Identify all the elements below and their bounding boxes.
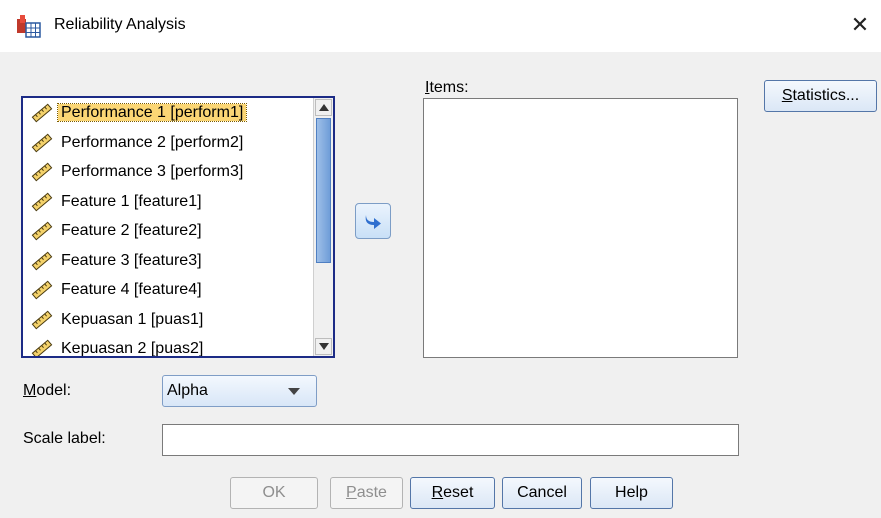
model-dropdown[interactable]: Alpha [162,375,317,407]
variable-label: Feature 2 [feature2] [61,222,202,239]
variable-list-item[interactable]: Kepuasan 1 [puas1] [23,305,333,335]
help-button[interactable]: Help [590,477,673,509]
variable-label: Kepuasan 2 [puas2] [61,340,204,357]
variable-list-item[interactable]: Kepuasan 2 [puas2] [23,334,333,357]
items-label: Items: [425,79,469,96]
variable-label: Performance 2 [perform2] [61,133,244,151]
ok-button[interactable]: OK [230,477,318,509]
statistics-button[interactable]: Statistics... [764,80,877,112]
variable-items: Performance 1 [perform1] Performance 2 [p… [23,98,333,357]
reliability-analysis-icon [17,15,41,38]
variable-label: Feature 4 [feature4] [61,281,202,298]
cancel-button[interactable]: Cancel [502,477,582,509]
scroll-down-arrow[interactable] [315,338,332,355]
scroll-thumb[interactable] [316,118,331,263]
scroll-up-arrow[interactable] [315,99,332,116]
variable-label: Feature 3 [feature3] [61,251,202,269]
paste-button[interactable]: Paste [330,477,403,509]
chevron-up-icon [319,104,329,111]
variable-list-item[interactable]: Feature 1 [feature1] [23,187,333,217]
scale-ruler-icon [31,192,53,211]
scale-ruler-icon [31,221,53,241]
scale-ruler-icon [31,133,53,152]
variable-list-item[interactable]: Feature 4 [feature4] [23,275,333,305]
scale-ruler-icon [31,251,53,270]
scale-ruler-icon [31,339,53,356]
close-icon[interactable]: ✕ [845,10,875,40]
variable-label: Kepuasan 1 [puas1] [61,310,204,328]
right-arrow-icon [365,215,381,229]
model-label: Model: [23,382,72,399]
scale-label-label: Scale label: [23,430,106,447]
variable-label: Performance 1 [perform1] [56,103,248,122]
scale-ruler-icon [31,103,53,123]
chevron-down-icon [319,343,329,350]
items-target-list[interactable] [423,98,738,358]
scale-label-input[interactable] [162,424,739,456]
variable-list-item[interactable]: Feature 3 [feature3] [23,246,333,276]
move-to-items-button[interactable] [355,203,391,239]
scale-ruler-icon [31,310,53,329]
source-variable-list[interactable]: Performance 1 [perform1] Performance 2 [p… [21,96,335,358]
window-title: Reliability Analysis [54,16,186,33]
variable-label: Feature 1 [feature1] [61,192,202,210]
scale-ruler-icon [31,162,53,182]
vertical-scrollbar[interactable] [313,98,333,356]
variable-list-item[interactable]: Performance 3 [perform3] [23,157,333,187]
variable-list-item[interactable]: Performance 1 [perform1] [23,98,333,128]
variable-label: Performance 3 [perform3] [61,163,244,180]
variable-list-item[interactable]: Feature 2 [feature2] [23,216,333,246]
variable-list-item[interactable]: Performance 2 [perform2] [23,128,333,158]
title-bar: Reliability Analysis ✕ [0,0,881,52]
model-selected-value: Alpha [167,382,208,399]
chevron-down-icon [288,388,300,395]
scale-ruler-icon [31,280,53,300]
reset-button[interactable]: Reset [410,477,495,509]
